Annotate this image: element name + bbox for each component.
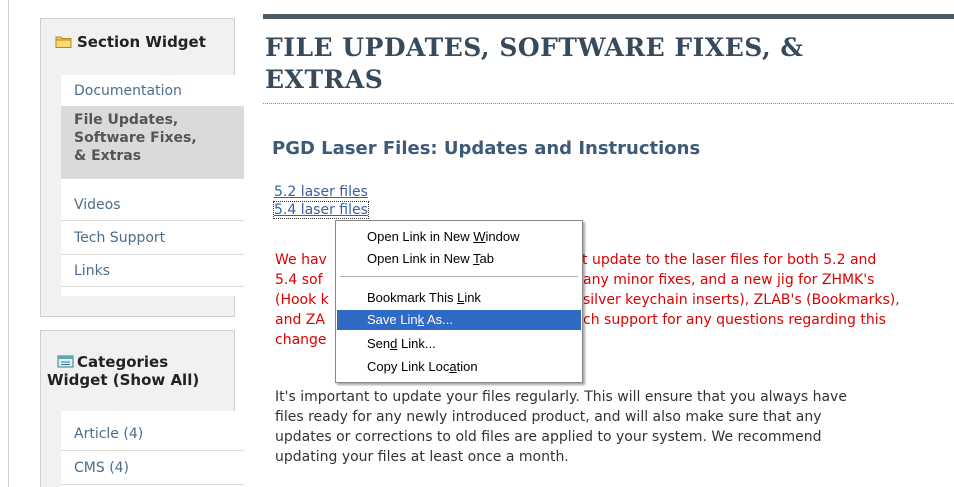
notice-text: change bbox=[275, 332, 327, 348]
content-top-bar bbox=[263, 14, 954, 19]
sidebar-item-label-line: & Extras bbox=[74, 148, 142, 164]
folder-icon bbox=[55, 36, 72, 48]
section-subtitle: PGD Laser Files: Updates and Instruction… bbox=[272, 138, 701, 159]
sidebar-item-label-line: File Updates, bbox=[74, 112, 179, 128]
categories-widget: Categories Widget (Show All) Article (4)… bbox=[40, 330, 244, 487]
category-item-cms[interactable]: CMS (4) bbox=[61, 451, 244, 485]
category-item-article[interactable]: Article (4) bbox=[61, 417, 244, 451]
sidebar-item-documentation[interactable]: Documentation bbox=[61, 75, 244, 107]
section-widget-title: Section Widget bbox=[55, 33, 206, 51]
categories-icon bbox=[57, 355, 74, 368]
sidebar-item-links[interactable]: Links bbox=[61, 255, 244, 287]
notice-text: We hav bbox=[275, 252, 327, 268]
sidebar-item-label-line: Software Fixes, bbox=[74, 130, 197, 146]
section-nav-list: Documentation File Updates, Software Fix… bbox=[61, 75, 244, 296]
link-5-4-laser-files[interactable]: 5.4 laser files bbox=[273, 201, 369, 219]
title-divider bbox=[263, 103, 954, 104]
link-5-2-laser-files[interactable]: 5.2 laser files bbox=[274, 184, 368, 200]
body-paragraph: It's important to update your files regu… bbox=[275, 389, 847, 465]
menu-open-new-window[interactable]: Open Link in New Window bbox=[337, 227, 581, 247]
notice-text: (Hook k bbox=[275, 292, 329, 308]
menu-copy-link-location[interactable]: Copy Link Location bbox=[337, 357, 581, 377]
menu-send-link[interactable]: Send Link... bbox=[337, 334, 581, 354]
notice-text: t update to the laser files for both 5.2… bbox=[582, 252, 877, 268]
menu-bookmark-link[interactable]: Bookmark This Link bbox=[337, 288, 581, 308]
notice-text: silver keychain inserts), ZLAB's (Bookma… bbox=[583, 292, 900, 308]
page-title: FILE UPDATES, SOFTWARE FIXES, & EXTRAS bbox=[265, 33, 804, 94]
sidebar-item-file-updates[interactable]: File Updates, Software Fixes, & Extras bbox=[61, 107, 244, 179]
notice-text: any minor fixes, and a new jig for ZHMK'… bbox=[583, 272, 875, 288]
categories-widget-title[interactable]: Categories Widget (Show All) bbox=[47, 353, 232, 389]
sidebar-item-videos[interactable]: Videos bbox=[61, 189, 244, 221]
sidebar-item-tech-support[interactable]: Tech Support bbox=[61, 221, 244, 255]
menu-open-new-tab[interactable]: Open Link in New Tab bbox=[337, 249, 581, 269]
notice-text: ch support for any questions regarding t… bbox=[583, 312, 886, 328]
categories-list: Article (4) CMS (4) bbox=[61, 411, 244, 487]
notice-text: and ZA bbox=[275, 312, 325, 328]
menu-save-link-as[interactable]: Save Link As... bbox=[337, 310, 581, 330]
link-context-menu: Open Link in New Window Open Link in New… bbox=[335, 220, 583, 383]
section-widget: Section Widget Documentation File Update… bbox=[40, 18, 244, 317]
menu-separator bbox=[340, 276, 578, 277]
page-left-border bbox=[8, 0, 9, 487]
notice-text: 5.4 sof bbox=[275, 272, 323, 288]
